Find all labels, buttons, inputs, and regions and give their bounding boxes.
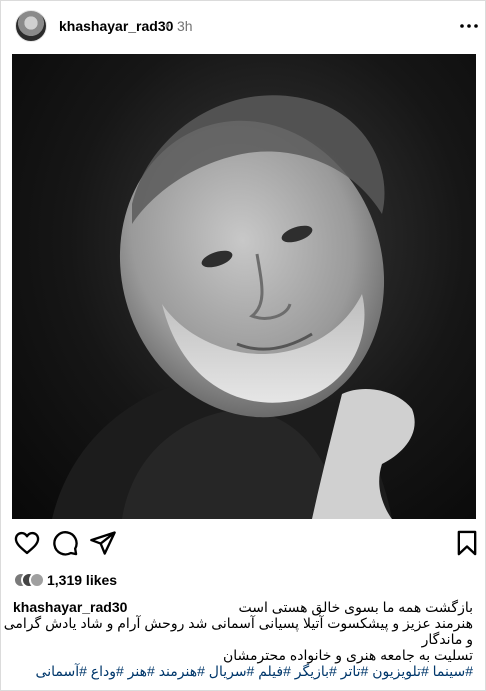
liker-avatar[interactable]: [29, 572, 45, 588]
bookmark-icon[interactable]: [453, 529, 481, 557]
likes-row: 1,319 likes: [13, 571, 473, 589]
post-image[interactable]: [12, 54, 476, 519]
comment-icon[interactable]: [51, 529, 79, 557]
caption-line-4: تسلیت به جامعه هنری و خانواده محترمشان: [223, 647, 473, 663]
username[interactable]: khashayar_rad30: [59, 18, 173, 34]
caption: khashayar_rad30 بازگشت همه ما بسوی خالق …: [3, 599, 473, 679]
caption-line-1: بازگشت همه ما بسوی خالق هستی است: [238, 599, 473, 615]
separator-dot: •: [165, 17, 170, 33]
post-header: khashayar_rad30 • 3h: [1, 1, 485, 51]
caption-first-line: khashayar_rad30 بازگشت همه ما بسوی خالق …: [13, 599, 473, 615]
action-bar: [1, 529, 485, 565]
hashtags[interactable]: #سینما #تلویزیون #تاتر #بازیگر #فیلم #سر…: [13, 663, 473, 679]
post-card: khashayar_rad30 • 3h 1,319 likes khashay…: [0, 0, 486, 691]
portrait-photo: [52, 95, 415, 519]
send-icon[interactable]: [89, 529, 117, 557]
avatar[interactable]: [15, 10, 47, 42]
heart-icon[interactable]: [13, 529, 41, 557]
caption-line-2: هنرمند عزیز و پیشکسوت آتیلا پسیانی آسمان…: [3, 615, 473, 631]
likes-count[interactable]: 1,319 likes: [47, 572, 117, 588]
more-horizontal-icon[interactable]: [457, 16, 481, 36]
caption-username[interactable]: khashayar_rad30: [13, 599, 127, 615]
post-time[interactable]: 3h: [177, 18, 193, 34]
caption-line-3: و ماندگار: [421, 631, 473, 647]
